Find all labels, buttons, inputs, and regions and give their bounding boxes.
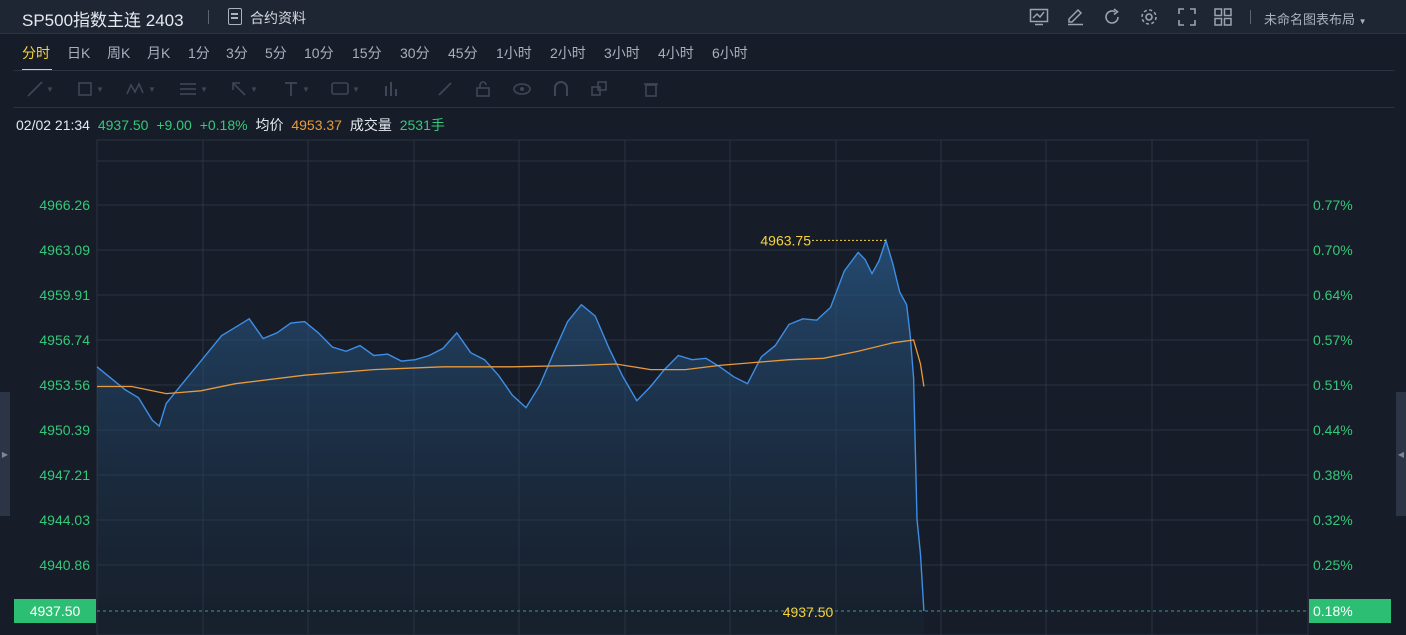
last-pct-label: 0.18%: [1313, 603, 1353, 619]
pct-tick-label: 0.57%: [1313, 332, 1353, 348]
chevron-right-icon: ▶: [1, 449, 9, 459]
pct-tick-label: 0.32%: [1313, 512, 1353, 528]
last-price-label: 4937.50: [30, 603, 81, 619]
intraday-chart[interactable]: 4966.26 0.77% 4963.09 0.70% 4959.91 0.64% 4956…: [0, 0, 1406, 635]
y-tick-label: 4950.39: [39, 422, 90, 438]
pct-tick-label: 0.25%: [1313, 557, 1353, 573]
pct-tick-label: 0.64%: [1313, 287, 1353, 303]
high-marker-label: 4963.75: [760, 232, 811, 248]
y-tick-label: 4959.91: [39, 287, 90, 303]
last-price-marker-label: 4937.50: [783, 604, 834, 620]
chevron-left-icon: ◀: [1397, 449, 1405, 459]
y-tick-label: 4956.74: [39, 332, 90, 348]
y-tick-label: 4966.26: [39, 197, 90, 213]
y-tick-label: 4944.03: [39, 512, 90, 528]
right-panel-toggle[interactable]: ◀: [1396, 392, 1406, 516]
price-area: [97, 240, 924, 635]
pct-tick-label: 0.44%: [1313, 422, 1353, 438]
pct-tick-label: 0.51%: [1313, 377, 1353, 393]
pct-tick-label: 0.77%: [1313, 197, 1353, 213]
y-tick-label: 4940.86: [39, 557, 90, 573]
pct-tick-label: 0.70%: [1313, 242, 1353, 258]
y-tick-label: 4963.09: [39, 242, 90, 258]
left-panel-toggle[interactable]: ▶: [0, 392, 10, 516]
y-tick-label: 4947.21: [39, 467, 90, 483]
y-tick-label: 4953.56: [39, 377, 90, 393]
pct-tick-label: 0.38%: [1313, 467, 1353, 483]
